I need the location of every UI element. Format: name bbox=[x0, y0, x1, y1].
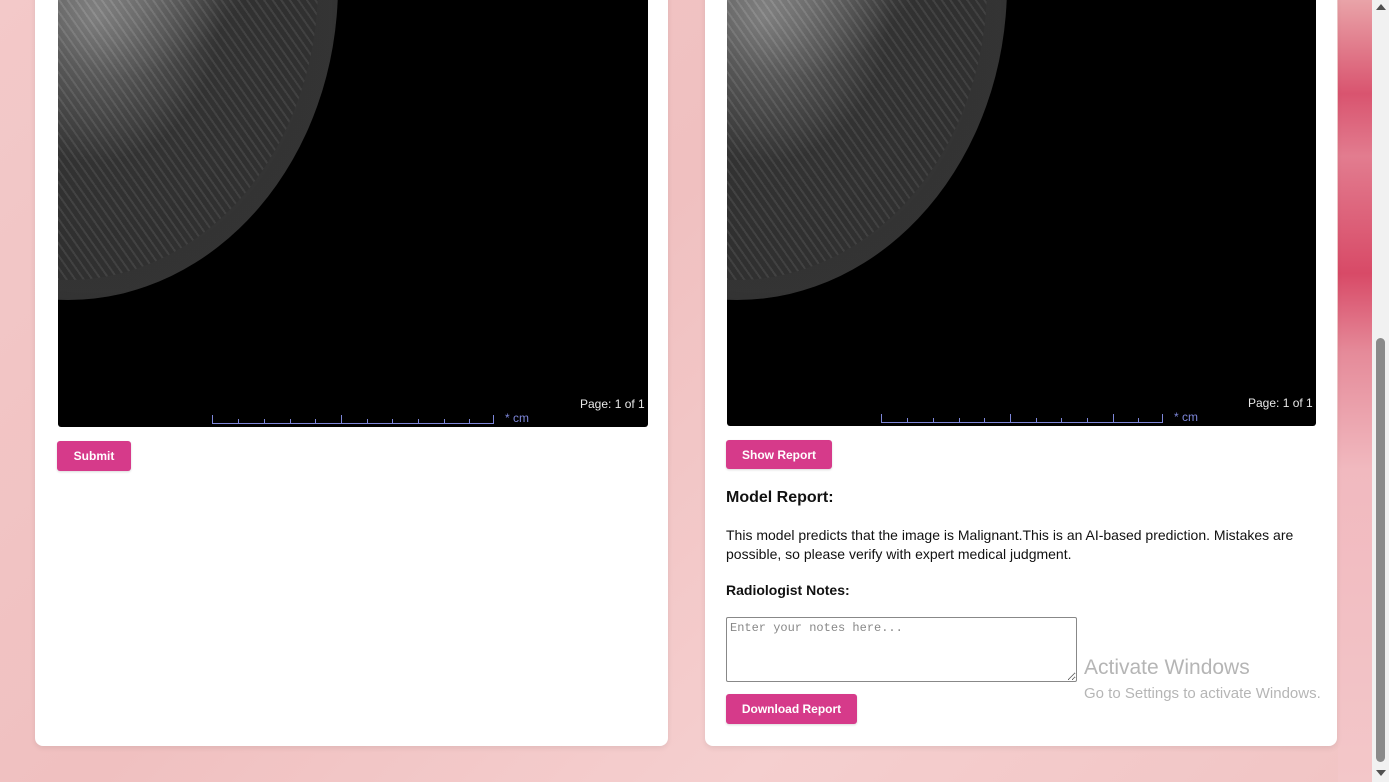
scale-unit-label: * cm bbox=[1174, 410, 1198, 424]
activation-watermark-title: Activate Windows bbox=[1084, 656, 1250, 679]
show-report-button[interactable]: Show Report bbox=[726, 440, 832, 469]
page-scrollbar[interactable] bbox=[1372, 0, 1389, 782]
radiologist-notes-input[interactable] bbox=[726, 617, 1077, 682]
submit-button[interactable]: Submit bbox=[57, 441, 131, 471]
scroll-down-icon[interactable] bbox=[1376, 770, 1386, 776]
scroll-thumb[interactable] bbox=[1376, 338, 1385, 762]
activation-watermark-subtitle: Go to Settings to activate Windows. bbox=[1084, 685, 1321, 702]
scale-unit-label: * cm bbox=[505, 411, 529, 425]
page-indicator: Page: 1 of 1 bbox=[1248, 396, 1313, 410]
scale-ruler bbox=[212, 415, 494, 424]
scroll-up-icon[interactable] bbox=[1376, 4, 1386, 10]
model-report-heading: Model Report: bbox=[726, 489, 834, 506]
page-indicator: Page: 1 of 1 bbox=[580, 397, 645, 411]
scale-ruler bbox=[881, 414, 1163, 423]
download-report-button[interactable]: Download Report bbox=[726, 694, 857, 724]
mammogram-viewer-left[interactable]: Page: 1 of 1 * cm bbox=[58, 0, 648, 427]
mammogram-image bbox=[727, 0, 1007, 300]
model-report-text: This model predicts that the image is Ma… bbox=[726, 527, 1294, 562]
mammogram-viewer-right[interactable]: Page: 1 of 1 * cm bbox=[727, 0, 1316, 426]
mammogram-image bbox=[58, 0, 338, 300]
radiologist-notes-heading: Radiologist Notes: bbox=[726, 582, 850, 598]
